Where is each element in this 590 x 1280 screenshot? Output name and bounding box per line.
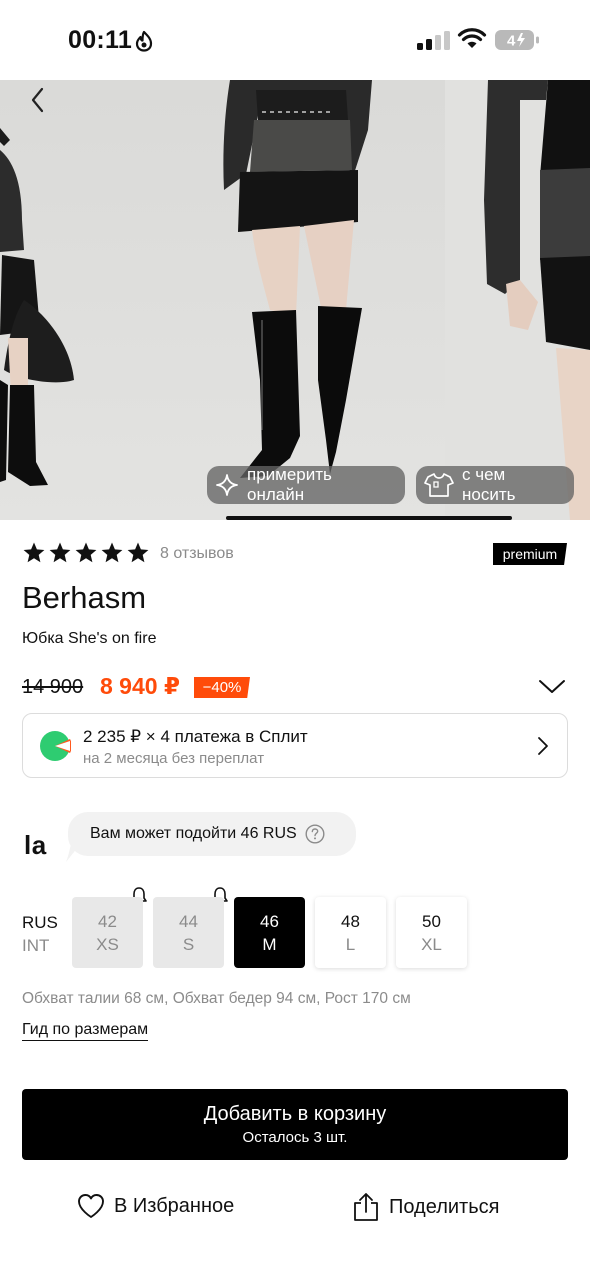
current-price: 8 940 ₽ (100, 673, 180, 699)
size-recommendation[interactable]: Вам может подойти 46 RUS (68, 812, 356, 856)
size-rus: 48 (341, 911, 360, 931)
size-rus: 46 (260, 911, 279, 931)
chevron-right-icon (538, 737, 548, 755)
wifi-icon (457, 28, 487, 48)
star-icon (127, 542, 149, 563)
question-icon[interactable] (305, 824, 325, 844)
share-button[interactable]: Поделиться (351, 1192, 499, 1222)
status-time: 00:11 (68, 26, 133, 54)
favorites-label: В Избранное (114, 1194, 235, 1217)
size-system-int: INT (22, 936, 50, 955)
chevron-down-icon[interactable] (538, 678, 566, 696)
split-title: 2 235 ₽ × 4 платежа в Сплит (83, 727, 308, 746)
star-icon (23, 542, 45, 563)
gallery-slide-indicator (226, 516, 512, 520)
add-to-cart-button[interactable]: Добавить в корзину Осталось 3 шт. (22, 1089, 568, 1160)
add-to-cart-label: Добавить в корзину (203, 1103, 387, 1125)
size-rus: 44 (179, 911, 198, 931)
share-icon (354, 1193, 378, 1221)
size-system-labels: RUS INT (22, 911, 58, 957)
split-payment-card[interactable]: 2 235 ₽ × 4 платежа в Сплит на 2 месяца … (22, 713, 568, 778)
size-int: L (345, 934, 356, 954)
star-icon (49, 542, 71, 563)
size-system-rus: RUS (22, 913, 58, 932)
size-int: M (262, 934, 277, 954)
sparkle-icon (216, 474, 238, 496)
status-bar: 00:11 4 (0, 0, 590, 80)
size-option-50[interactable]: 50 XL (396, 897, 467, 968)
size-int: XL (421, 934, 442, 954)
battery-level: 4 (507, 33, 516, 50)
reviews-link[interactable]: 8 отзывов (160, 545, 234, 563)
size-int: XS (96, 934, 119, 954)
stock-remaining: Осталось 3 шт. (242, 1129, 348, 1146)
try-online-button[interactable]: примерить онлайн (207, 465, 405, 504)
what-to-wear-button[interactable]: с чем носить (416, 465, 574, 504)
size-option-48[interactable]: 48 L (315, 897, 386, 968)
size-recommendation-text: Вам может подойти 46 RUS (90, 825, 297, 842)
size-int: S (182, 934, 195, 954)
back-chevron-icon[interactable] (26, 86, 50, 114)
brand-name[interactable]: Berhasm (22, 580, 146, 616)
size-guide-link[interactable]: Гид по размерам (22, 1021, 149, 1041)
product-photo (0, 80, 590, 520)
battery-icon: 4 (495, 30, 539, 50)
old-price: 14 900 (22, 676, 84, 698)
size-option-46[interactable]: 46 M (234, 897, 305, 968)
star-icon (75, 542, 97, 563)
model-measurements: Обхват талии 68 см, Обхват бедер 94 см, … (22, 990, 411, 1007)
cellular-signal-icon (417, 31, 450, 50)
discount-badge: −40% (194, 677, 250, 698)
what-to-wear-label: с чем носить (462, 465, 516, 504)
size-option-42[interactable]: 42 XS (72, 897, 143, 968)
focus-flame-icon (135, 30, 153, 52)
tshirt-icon (424, 473, 454, 497)
heart-icon (78, 1194, 104, 1218)
lamoda-logo: la (24, 830, 47, 860)
split-subtitle: на 2 месяца без переплат (83, 750, 265, 767)
premium-badge: premium (493, 543, 567, 565)
split-logo-icon (40, 731, 71, 761)
product-title: Юбка She's on fire (22, 630, 157, 647)
share-label: Поделиться (389, 1195, 500, 1218)
rating-stars[interactable] (22, 541, 150, 565)
size-option-44[interactable]: 44 S (153, 897, 224, 968)
size-rus: 50 (422, 911, 441, 931)
try-online-label: примерить онлайн (247, 465, 332, 504)
add-to-favorites-button[interactable]: В Избранное (76, 1192, 234, 1220)
product-gallery[interactable] (0, 80, 590, 520)
size-rus: 42 (98, 911, 117, 931)
star-icon (101, 542, 123, 563)
